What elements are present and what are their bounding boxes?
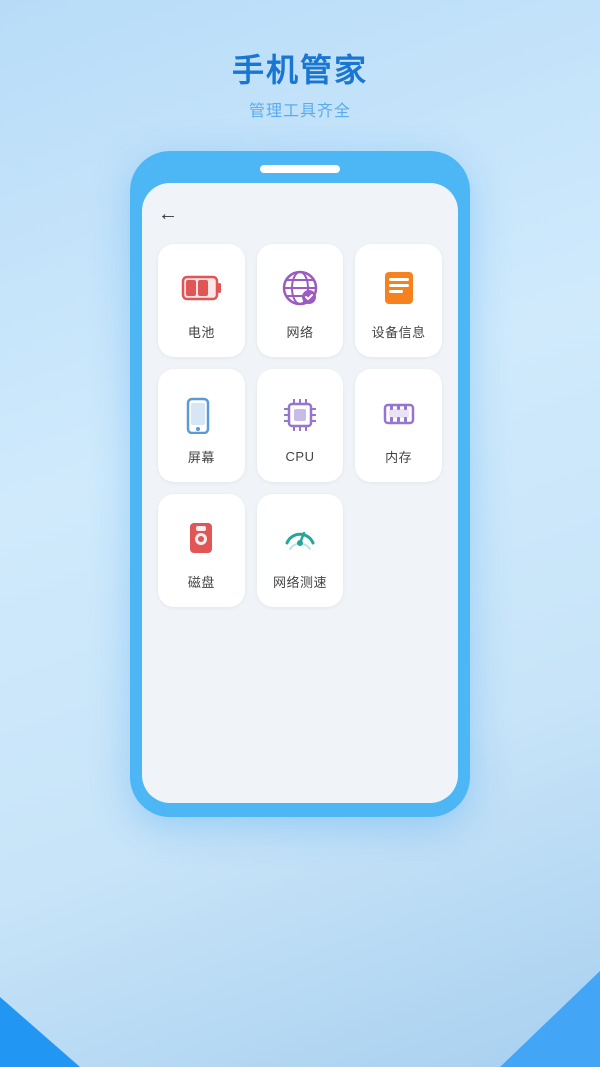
memory-label: 内存 bbox=[385, 447, 412, 466]
cpu-icon bbox=[276, 391, 324, 439]
battery-icon bbox=[177, 264, 225, 312]
phone-notch bbox=[260, 165, 340, 173]
network-label: 网络 bbox=[286, 322, 313, 341]
tool-card-network[interactable]: 网络 bbox=[257, 244, 344, 357]
battery-label: 电池 bbox=[188, 322, 215, 341]
disk-icon bbox=[177, 514, 225, 562]
network-icon bbox=[276, 264, 324, 312]
deviceinfo-icon bbox=[375, 264, 423, 312]
phone-mockup: ← 电池 bbox=[130, 151, 470, 817]
phone-screen: ← 电池 bbox=[142, 183, 458, 803]
disk-label: 磁盘 bbox=[188, 572, 215, 591]
bg-decoration-right bbox=[500, 947, 600, 1067]
tools-grid-row1: 电池 网络 bbox=[158, 244, 442, 607]
back-button[interactable]: ← bbox=[158, 203, 178, 226]
speedtest-icon bbox=[276, 514, 324, 562]
memory-icon bbox=[375, 389, 423, 437]
tool-card-screen[interactable]: 屏幕 bbox=[158, 369, 245, 482]
cpu-label: CPU bbox=[286, 449, 315, 464]
tool-card-memory[interactable]: 内存 bbox=[355, 369, 442, 482]
screen-label: 屏幕 bbox=[188, 447, 215, 466]
screen-icon bbox=[177, 389, 225, 437]
deviceinfo-label: 设备信息 bbox=[372, 322, 426, 341]
bg-decoration-left bbox=[0, 967, 80, 1067]
page-title: 手机管家 bbox=[232, 45, 368, 91]
page-subtitle: 管理工具齐全 bbox=[232, 97, 368, 121]
tool-card-deviceinfo[interactable]: 设备信息 bbox=[355, 244, 442, 357]
tool-card-battery[interactable]: 电池 bbox=[158, 244, 245, 357]
speedtest-label: 网络测速 bbox=[273, 572, 327, 591]
page-header: 手机管家 管理工具齐全 bbox=[232, 0, 368, 141]
tool-card-disk[interactable]: 磁盘 bbox=[158, 494, 245, 607]
tool-card-cpu[interactable]: CPU bbox=[257, 369, 344, 482]
tool-card-speedtest[interactable]: 网络测速 bbox=[257, 494, 344, 607]
